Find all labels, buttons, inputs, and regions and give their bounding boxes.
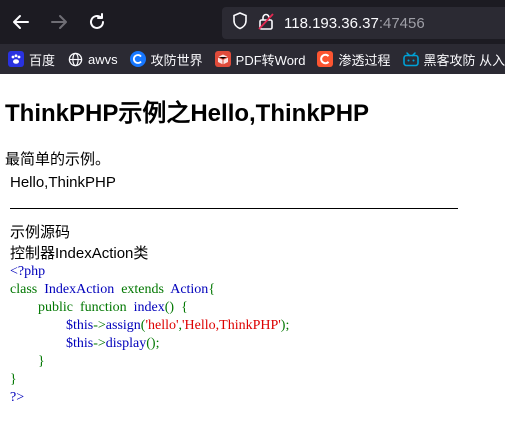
forward-button[interactable] [44, 7, 74, 37]
url-port: :47456 [378, 14, 425, 32]
bookmarks-bar: 百度 awvs 攻防世界 PDF转Word 渗透过程 黑客攻防 从入门到 [0, 44, 505, 74]
bookmark-label: 黑客攻防 从入门到 [423, 52, 505, 68]
bookmark-label: 渗透过程 [338, 52, 391, 68]
intro-text: 最简单的示例。 [5, 151, 111, 168]
code-token: index [133, 300, 165, 315]
insecure-lock-icon[interactable] [258, 12, 274, 35]
url-host: 118.193.36.37 [284, 14, 379, 32]
code-token: class [10, 282, 38, 297]
bookmark-hacker-course[interactable]: 黑客攻防 从入门到 [402, 50, 505, 69]
bookmark-pdf-to-word[interactable]: PDF转Word [214, 50, 306, 69]
reload-icon [90, 13, 104, 29]
bilibili-tv-icon [402, 51, 419, 67]
code-token: (); [146, 336, 160, 351]
pdf-box-icon [214, 51, 231, 67]
reload-button[interactable] [82, 7, 112, 37]
baidu-paw-icon [8, 51, 24, 67]
code-token: -> [93, 318, 106, 333]
bookmark-label: PDF转Word [235, 52, 306, 68]
code-token: <?php [10, 264, 46, 279]
bookmark-awvs[interactable]: awvs [67, 51, 118, 67]
code-token: function [80, 300, 127, 315]
controller-title: 控制器IndexAction类 [10, 245, 149, 262]
code-token: 'hello' [145, 318, 179, 333]
code-token: ?> [10, 390, 25, 405]
code-token: display [105, 336, 147, 351]
code-token: } [10, 372, 17, 387]
bookmark-label: 百度 [29, 52, 56, 68]
adworld-icon [129, 51, 146, 67]
horizontal-rule [10, 208, 458, 209]
source-title: 示例源码 [10, 224, 71, 241]
code-token: $this [66, 336, 94, 351]
code-token: { [208, 282, 216, 297]
php-code-block: <?php class IndexAction extends Action{ … [10, 263, 289, 407]
url-bar[interactable]: 118.193.36.37:47456 [222, 7, 505, 39]
forward-arrow-icon [51, 15, 67, 29]
code-token: $this [66, 318, 94, 333]
code-token: IndexAction [44, 282, 115, 297]
browser-toolbar: 118.193.36.37:47456 [0, 0, 505, 44]
hello-output: Hello,ThinkPHP [10, 174, 116, 191]
url-text[interactable]: 118.193.36.37:47456 [284, 15, 425, 32]
code-token: } [38, 354, 45, 369]
bookmark-baidu[interactable]: 百度 [8, 50, 55, 69]
bookmark-pentest-process[interactable]: 渗透过程 [317, 50, 391, 69]
code-token: 'Hello,ThinkPHP' [182, 318, 281, 333]
page-title: ThinkPHP示例之Hello,ThinkPHP [5, 100, 370, 127]
code-token: Action [170, 282, 209, 297]
code-token: { [181, 300, 188, 315]
bookmark-label: awvs [88, 51, 118, 67]
code-token: public [38, 300, 73, 315]
code-token: assign [105, 318, 141, 333]
bookmark-label: 攻防世界 [150, 52, 203, 68]
globe-icon [67, 51, 83, 67]
code-token: -> [93, 336, 106, 351]
code-token: ); [280, 318, 290, 333]
tracking-shield-icon[interactable] [232, 11, 248, 35]
csdn-c-icon [317, 51, 334, 67]
back-button[interactable] [6, 7, 36, 37]
code-token: () [164, 300, 175, 315]
bookmark-adworld[interactable]: 攻防世界 [129, 50, 203, 69]
back-arrow-icon [13, 15, 29, 29]
code-token: extends [121, 282, 164, 297]
